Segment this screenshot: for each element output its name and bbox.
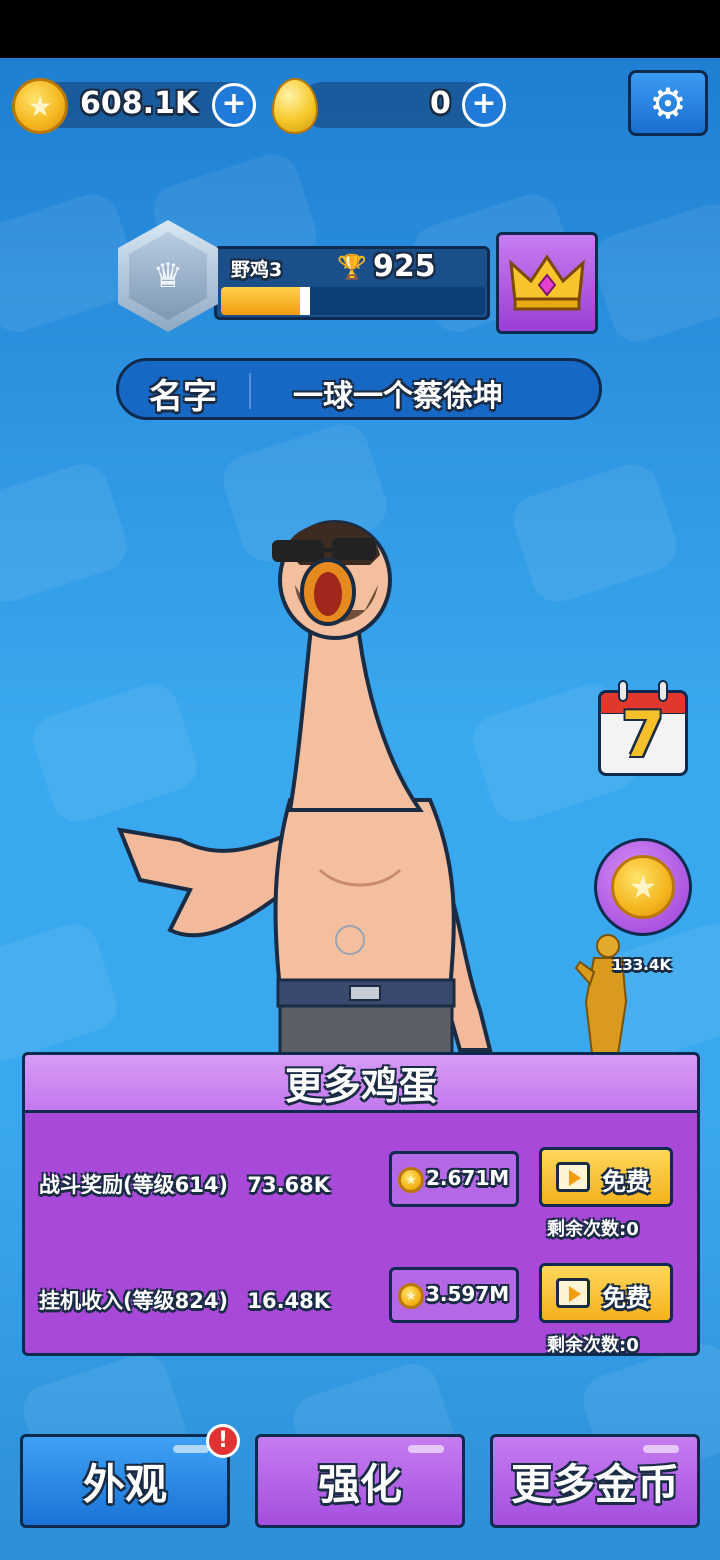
crown-icon xyxy=(509,254,585,311)
upgrade-cost: 2.671M xyxy=(426,1166,510,1190)
gold-coin-icon: ★ xyxy=(611,855,675,919)
goose-character xyxy=(116,520,493,1060)
row-value: 16.48K xyxy=(247,1289,331,1313)
idle-income-row: 挂机收入(等级824) 16.48K ★ 3.597M 免费 剩余次数:0 xyxy=(25,1253,697,1356)
free-label: 免费 xyxy=(602,1284,650,1312)
button-shine xyxy=(408,1445,444,1453)
gold-coin-icon: ★ xyxy=(398,1167,424,1193)
daily-calendar-button[interactable]: 7 xyxy=(598,680,688,778)
coin-bubble-value: 133.4K xyxy=(612,956,672,974)
calendar-day: 7 xyxy=(621,698,665,771)
crown-button[interactable] xyxy=(496,232,598,334)
upgrade-cost-button[interactable]: ★ 2.671M xyxy=(389,1151,519,1207)
more-coins-button[interactable]: 更多金币 xyxy=(490,1434,700,1528)
coin-bubble-button[interactable]: ★ xyxy=(594,838,692,936)
row-label-text: 挂机收入(等级824) xyxy=(39,1289,229,1313)
video-ad-icon xyxy=(556,1162,590,1192)
upgrade-label: 强化 xyxy=(317,1459,402,1509)
button-shine xyxy=(173,1445,209,1453)
free-label: 免费 xyxy=(602,1168,650,1196)
rank-crown-emblem-icon: ♛ xyxy=(129,232,207,320)
panel-title: 更多鸡蛋 xyxy=(284,1064,437,1108)
gold-coin-icon: ★ xyxy=(12,78,68,134)
upgrade-cost-button[interactable]: ★ 3.597M xyxy=(389,1267,519,1323)
free-video-button[interactable]: 免费 xyxy=(539,1263,673,1323)
button-shine xyxy=(643,1445,679,1453)
player-name: 一球一个蔡徐坤 xyxy=(293,379,503,414)
alert-badge-icon: ! xyxy=(206,1424,240,1458)
status-bar xyxy=(0,0,720,58)
upgrade-button[interactable]: 强化 xyxy=(255,1434,465,1528)
row-label: 挂机收入(等级824) 16.48K xyxy=(39,1285,330,1315)
row-value: 73.68K xyxy=(247,1173,331,1197)
row-label: 战斗奖励(等级614) 73.68K xyxy=(39,1169,330,1199)
add-egg-button[interactable]: + xyxy=(462,83,506,127)
trophy-icon: 🏆 xyxy=(337,253,367,281)
name-label: 名字 xyxy=(149,377,217,417)
free-video-button[interactable]: 免费 xyxy=(539,1147,673,1207)
row-label-text: 战斗奖励(等级614) xyxy=(39,1173,229,1197)
rank-panel[interactable]: 野鸡3 🏆 925 xyxy=(214,246,490,320)
name-divider xyxy=(249,373,251,409)
panel-header: 更多鸡蛋 xyxy=(25,1055,697,1113)
more-coins-label: 更多金币 xyxy=(510,1459,679,1509)
rank-progress-bar xyxy=(221,287,485,315)
more-eggs-panel: 更多鸡蛋 战斗奖励(等级614) 73.68K ★ 2.671M 免费 剩余次数… xyxy=(22,1052,700,1356)
battle-reward-row: 战斗奖励(等级614) 73.68K ★ 2.671M 免费 剩余次数:0 xyxy=(25,1137,697,1247)
upgrade-cost: 3.597M xyxy=(426,1282,510,1306)
remaining-count: 剩余次数:0 xyxy=(547,1219,639,1240)
gold-value: 608.1K xyxy=(80,86,199,121)
appearance-button[interactable]: 外观 xyxy=(20,1434,230,1528)
rank-progress-fill xyxy=(221,287,311,315)
oscar-statue-icon xyxy=(574,934,628,1054)
rank-tier-name: 野鸡3 xyxy=(231,259,283,281)
appearance-label: 外观 xyxy=(82,1459,167,1509)
gold-coin-icon: ★ xyxy=(398,1283,424,1309)
trophy-count: 925 xyxy=(373,249,436,284)
settings-button[interactable]: ⚙ xyxy=(628,70,708,136)
egg-value: 0 xyxy=(430,86,451,121)
gear-icon: ⚙ xyxy=(649,78,687,128)
video-ad-icon xyxy=(556,1278,590,1308)
player-name-bar[interactable]: 名字 一球一个蔡徐坤 xyxy=(116,358,602,420)
remaining-count: 剩余次数:0 xyxy=(547,1335,639,1356)
add-gold-button[interactable]: + xyxy=(212,83,256,127)
golden-egg-icon xyxy=(272,78,318,134)
